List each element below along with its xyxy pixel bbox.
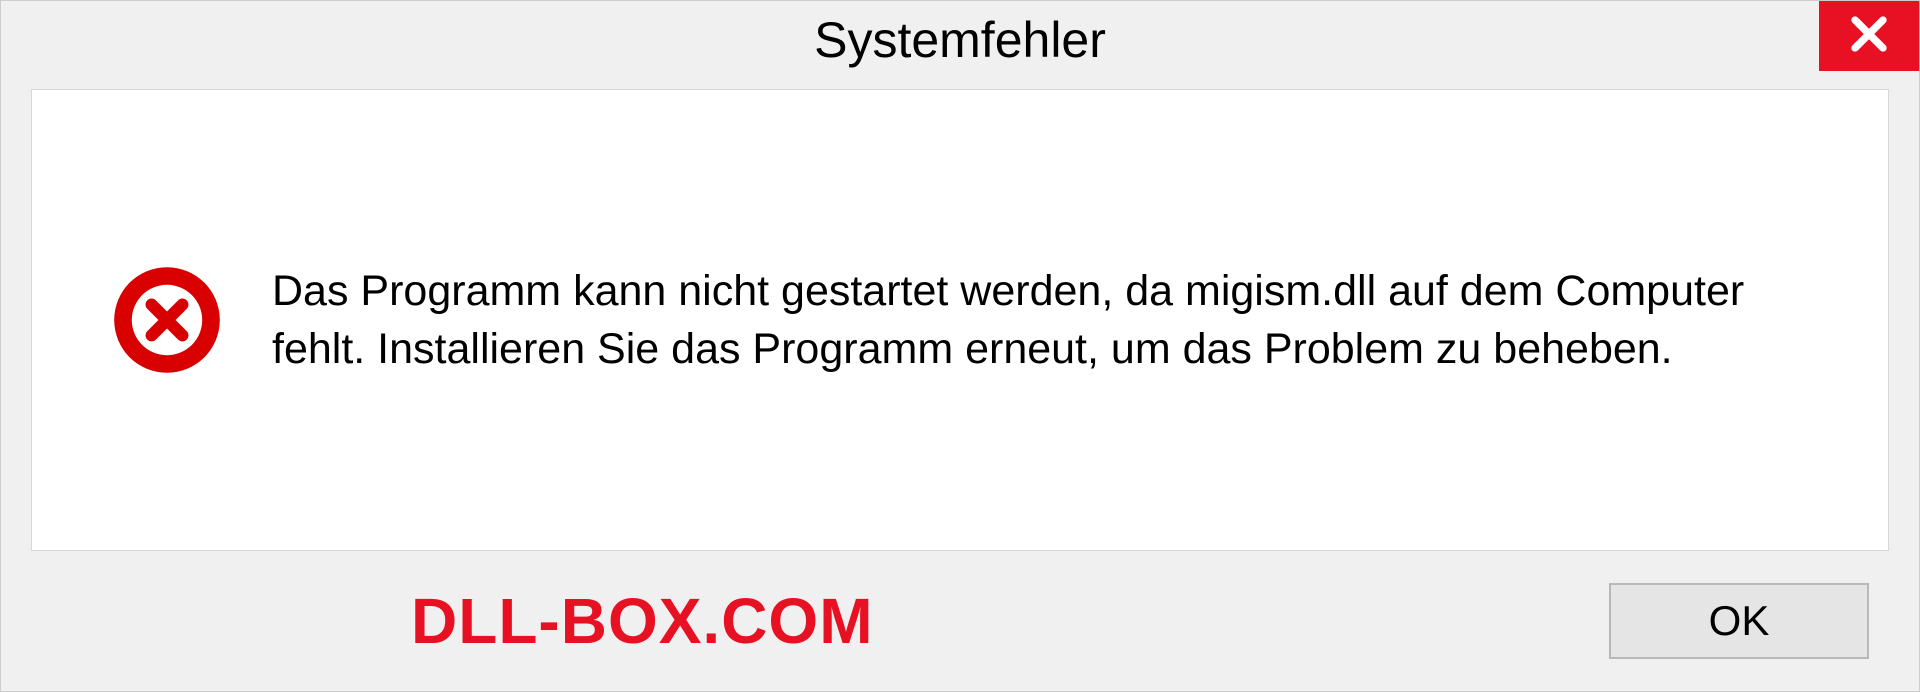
watermark-text: DLL-BOX.COM — [411, 584, 874, 658]
error-icon — [112, 265, 222, 375]
content-panel: Das Programm kann nicht gestartet werden… — [31, 89, 1889, 551]
error-message: Das Programm kann nicht gestartet werden… — [272, 262, 1828, 378]
close-button[interactable] — [1819, 1, 1919, 71]
dialog-footer: DLL-BOX.COM OK — [1, 551, 1919, 691]
error-dialog: Systemfehler Das Programm kann nicht ges… — [0, 0, 1920, 692]
dialog-title: Systemfehler — [814, 11, 1106, 69]
titlebar: Systemfehler — [1, 1, 1919, 79]
close-icon — [1848, 13, 1890, 60]
ok-button[interactable]: OK — [1609, 583, 1869, 659]
